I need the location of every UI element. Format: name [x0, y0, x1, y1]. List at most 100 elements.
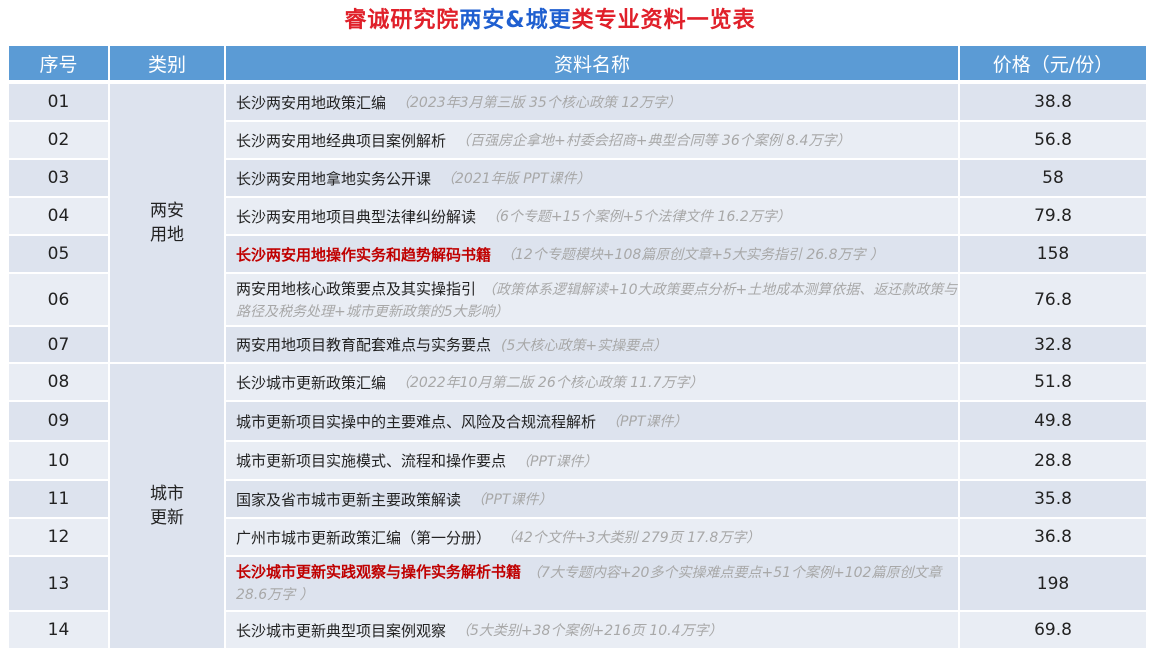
material-name-cell[interactable]: 长沙两安用地操作实务和趋势解码书籍 （12个专题模块+108篇原创文章+5大实务指…	[226, 236, 958, 272]
header-seq-label: 序号	[39, 53, 78, 76]
material-name-cell[interactable]: 国家及省市城市更新主要政策解读 （PPT课件）	[226, 481, 958, 517]
row-seq: 08	[9, 364, 108, 400]
material-note: （2022年10月第二版 26个核心政策 11.7万字）	[396, 375, 704, 391]
price-value: 158	[1036, 244, 1070, 264]
seq-number: 12	[47, 527, 70, 547]
seq-number: 11	[47, 489, 70, 509]
price-value: 36.8	[1034, 527, 1072, 547]
price-value: 58	[1042, 168, 1064, 188]
material-name-cell[interactable]: 长沙两安用地项目典型法律纠纷解读 （6个专题+15个案例+5个法律文件 16.2万…	[226, 198, 958, 234]
material-note: （百强房企拿地+村委会招商+典型合同等 36个案例 8.4万字）	[456, 133, 851, 149]
price-cell: 198	[960, 557, 1146, 610]
price-cell: 49.8	[960, 402, 1146, 440]
material-title: 长沙城市更新实践观察与操作实务解析书籍	[236, 563, 522, 581]
material-note: （2023年3月第三版 35个核心政策 12万字）	[396, 95, 682, 111]
row-seq: 13	[9, 557, 108, 610]
row-seq: 07	[9, 327, 108, 362]
material-title: 长沙两安用地经典项目案例解析	[236, 131, 447, 150]
price-cell: 56.8	[960, 122, 1146, 158]
category-cell: 两安 用地	[110, 84, 224, 362]
seq-number: 10	[47, 450, 70, 471]
material-title: 广州市城市更新政策汇编（第一分册）	[236, 528, 492, 547]
header-name: 资料名称	[226, 46, 958, 80]
row-seq: 02	[9, 122, 108, 158]
category-cell: 城市 更新	[110, 364, 224, 648]
category-line2: 更新	[150, 508, 184, 528]
material-note: （PPT课件）	[606, 414, 688, 430]
seq-number: 06	[47, 289, 70, 310]
seq-number: 05	[47, 244, 70, 264]
material-note: (5大核心政策+实操要点）	[501, 337, 668, 354]
material-note: （PPT课件）	[516, 453, 598, 470]
price-value: 35.8	[1034, 489, 1072, 509]
price-cell: 38.8	[960, 84, 1146, 120]
material-name-cell[interactable]: 两安用地核心政策要点及其实操指引 （政策体系逻辑解读+10大政策要点分析+土地成本…	[226, 274, 958, 325]
material-title: 长沙城市更新典型项目案例观察	[236, 621, 447, 640]
seq-number: 07	[47, 334, 70, 355]
price-cell: 69.8	[960, 612, 1146, 648]
material-name-cell[interactable]: 长沙城市更新实践观察与操作实务解析书籍 （7大专题内容+20多个实操难点要点+51…	[226, 557, 958, 610]
header-price-label: 价格（元/份）	[992, 53, 1114, 76]
row-seq: 10	[9, 442, 108, 479]
row-seq: 12	[9, 519, 108, 555]
price-value: 76.8	[1034, 289, 1072, 310]
material-title: 城市更新项目实操中的主要难点、风险及合规流程解析	[236, 412, 597, 431]
price-value: 51.8	[1034, 372, 1072, 392]
material-title: 长沙城市更新政策汇编	[236, 373, 387, 392]
material-title: 长沙两安用地操作实务和趋势解码书籍	[236, 245, 492, 264]
material-name-cell[interactable]: 城市更新项目实施模式、流程和操作要点 （PPT课件）	[226, 442, 958, 479]
category-label: 两安 用地	[150, 199, 184, 247]
material-title: 国家及省市城市更新主要政策解读	[236, 490, 462, 509]
seq-number: 04	[47, 206, 70, 226]
price-cell: 58	[960, 160, 1146, 196]
material-name-cell[interactable]: 长沙两安用地拿地实务公开课 （2021年版 PPT课件）	[226, 160, 958, 196]
category-line2: 用地	[150, 225, 184, 245]
seq-number: 02	[47, 130, 70, 150]
header-category: 类别	[110, 46, 224, 80]
price-cell: 79.8	[960, 198, 1146, 234]
price-cell: 158	[960, 236, 1146, 272]
material-note: （42个文件+3大类别 279页 17.8万字）	[501, 530, 761, 546]
material-name-cell[interactable]: 城市更新项目实操中的主要难点、风险及合规流程解析 （PPT课件）	[226, 402, 958, 440]
price-cell: 36.8	[960, 519, 1146, 555]
seq-number: 01	[47, 92, 70, 112]
header-seq: 序号	[9, 46, 108, 80]
row-seq: 14	[9, 612, 108, 648]
price-cell: 28.8	[960, 442, 1146, 479]
seq-number: 09	[47, 411, 70, 431]
price-cell: 32.8	[960, 327, 1146, 362]
material-name-cell[interactable]: 长沙两安用地政策汇编 （2023年3月第三版 35个核心政策 12万字）	[226, 84, 958, 120]
material-name-cell[interactable]: 长沙两安用地经典项目案例解析 （百强房企拿地+村委会招商+典型合同等 36个案例 …	[226, 122, 958, 158]
header-name-label: 资料名称	[553, 53, 630, 76]
material-name-cell[interactable]: 长沙城市更新典型项目案例观察 （5大类别+38个案例+216页 10.4万字）	[226, 612, 958, 648]
price-value: 69.8	[1034, 620, 1072, 640]
row-seq: 05	[9, 236, 108, 272]
seq-number: 03	[47, 168, 70, 188]
price-value: 79.8	[1034, 206, 1072, 226]
material-note: （12个专题模块+108篇原创文章+5大实务指引 26.8万字 ）	[501, 247, 884, 263]
material-name-cell[interactable]: 长沙城市更新政策汇编 （2022年10月第二版 26个核心政策 11.7万字）	[226, 364, 958, 400]
price-value: 56.8	[1034, 130, 1072, 150]
seq-number: 08	[47, 372, 70, 392]
material-note: （2021年版 PPT课件）	[441, 171, 591, 187]
material-name-cell[interactable]: 两安用地项目教育配套难点与实务要点 (5大核心政策+实操要点）	[226, 327, 958, 362]
price-cell: 76.8	[960, 274, 1146, 325]
row-seq: 04	[9, 198, 108, 234]
material-note: （6个专题+15个案例+5个法律文件 16.2万字）	[486, 209, 791, 225]
row-seq: 09	[9, 402, 108, 440]
seq-number: 13	[47, 573, 70, 594]
price-value: 49.8	[1034, 411, 1072, 431]
row-seq: 03	[9, 160, 108, 196]
material-name-cell[interactable]: 广州市城市更新政策汇编（第一分册） （42个文件+3大类别 279页 17.8万字…	[226, 519, 958, 555]
row-seq: 06	[9, 274, 108, 325]
category-line1: 城市	[150, 484, 184, 504]
header-category-label: 类别	[147, 53, 186, 76]
material-title: 两安用地核心政策要点及其实操指引	[236, 280, 477, 298]
page-title: 睿诚研究院两安&城更类专业资料一览表	[344, 8, 756, 33]
price-cell: 35.8	[960, 481, 1146, 517]
material-title: 长沙两安用地项目典型法律纠纷解读	[236, 207, 477, 226]
header-price: 价格（元/份）	[960, 46, 1146, 80]
category-label: 城市 更新	[150, 482, 184, 530]
price-value: 198	[1036, 573, 1070, 594]
material-title: 长沙两安用地拿地实务公开课	[236, 169, 432, 188]
